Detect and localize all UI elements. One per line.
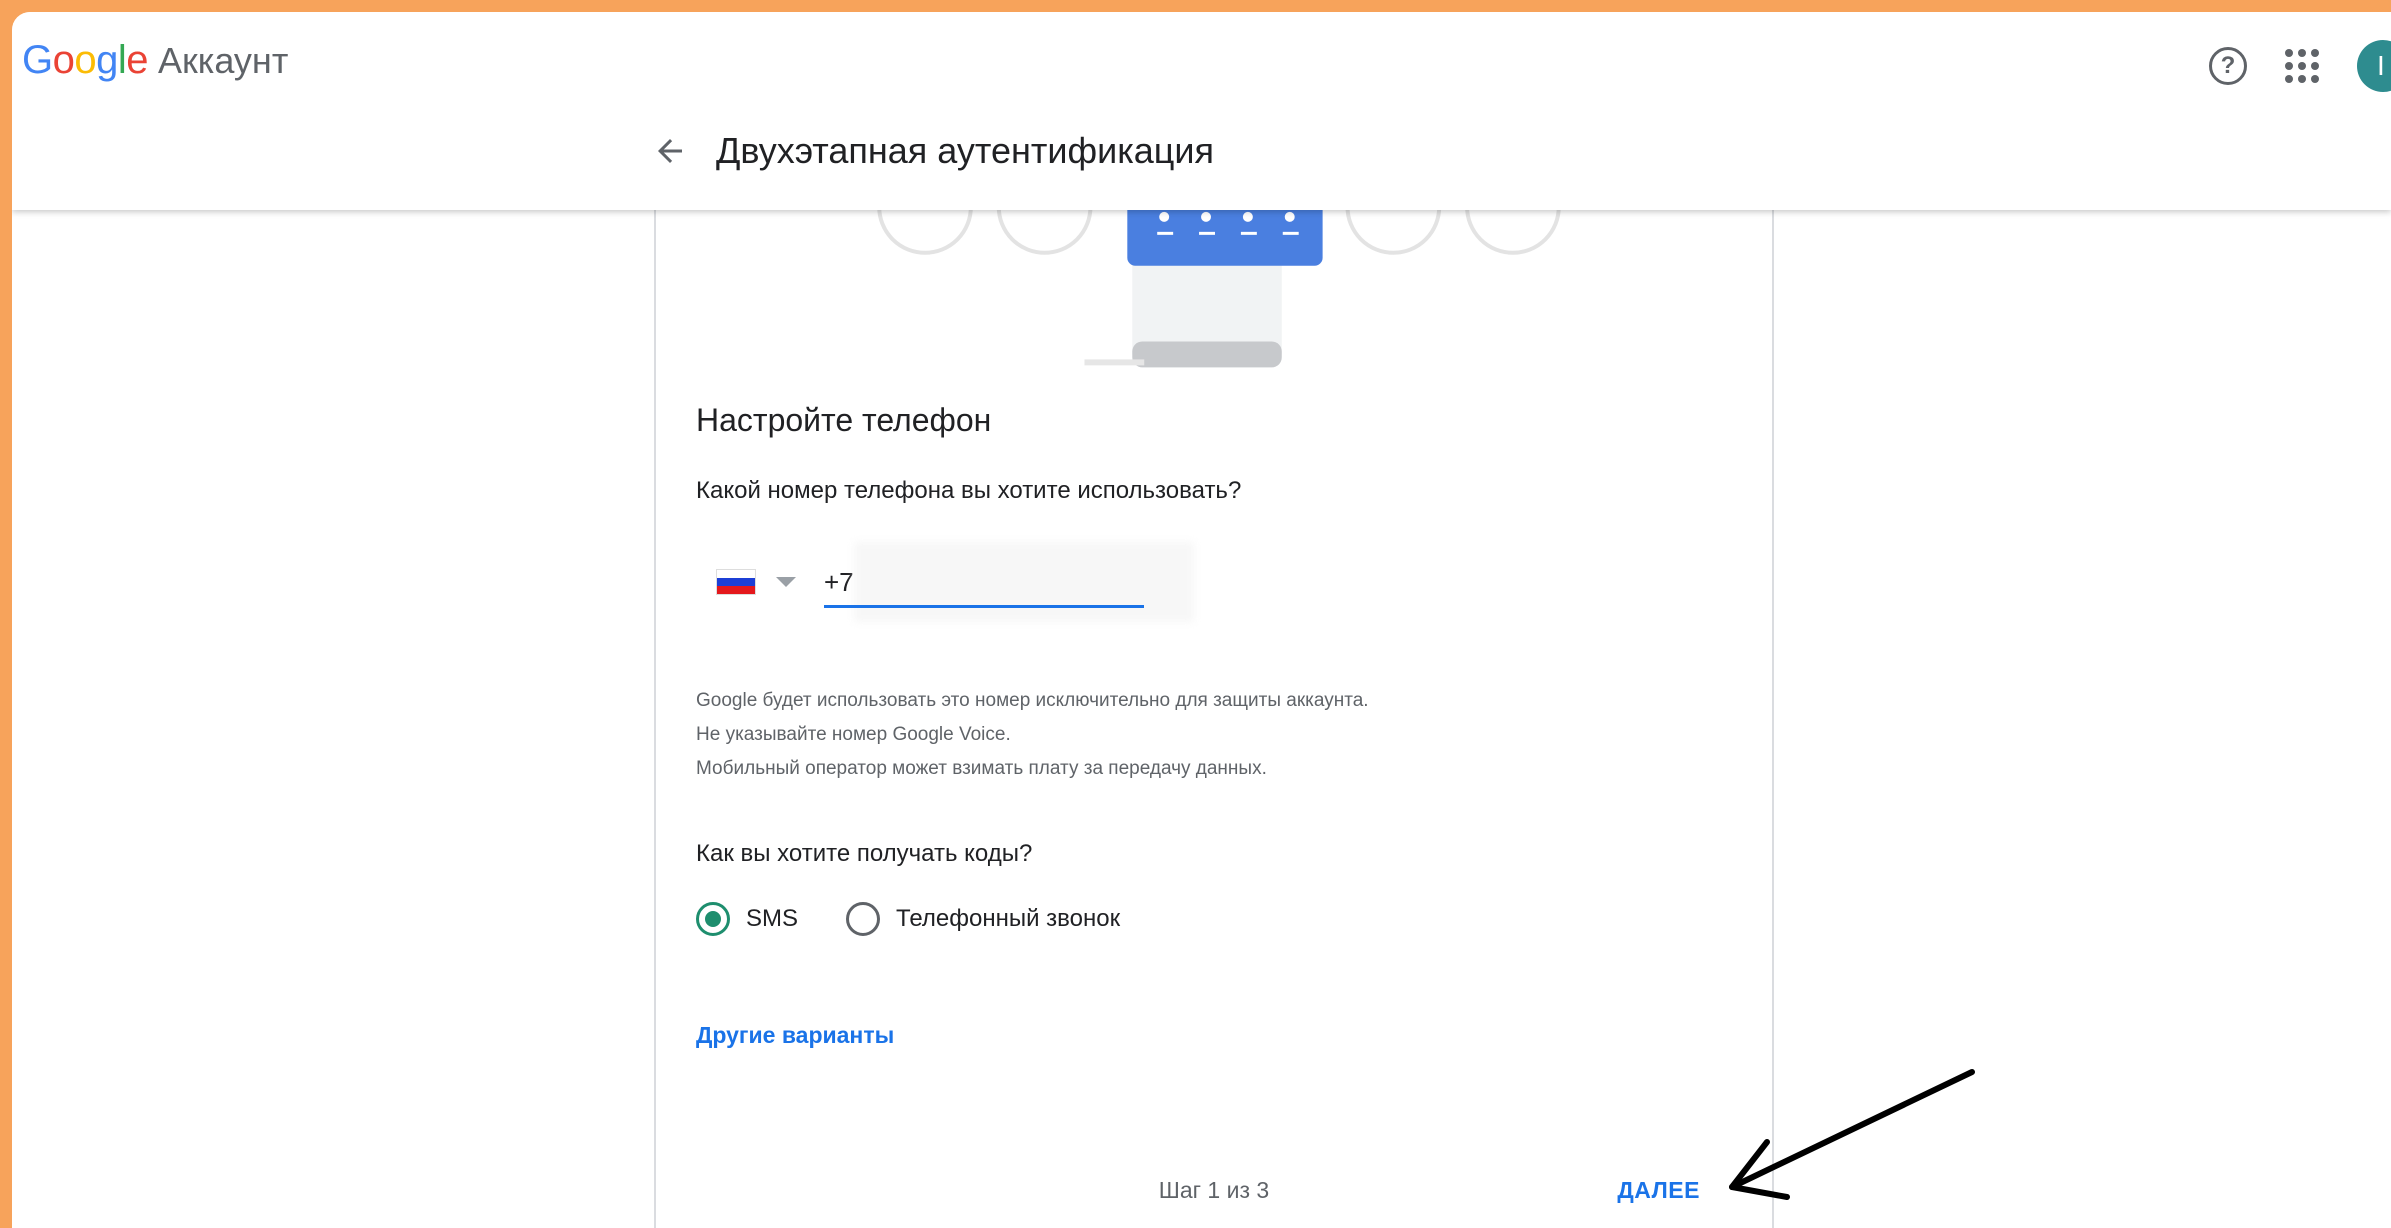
redacted-number <box>854 542 1194 622</box>
step-indicator: Шаг 1 из 3 <box>1158 1177 1270 1203</box>
phone-underline <box>824 605 1144 608</box>
section-title: Настройте телефон <box>696 402 992 438</box>
top-icons: ? I <box>2209 40 2391 92</box>
phone-call-radio[interactable] <box>846 902 881 936</box>
hint-line: Мобильный оператор может взимать плату з… <box>696 758 1267 779</box>
code-method-options: SMS Телефонный звонок <box>696 902 1120 936</box>
arrow-left-icon[interactable] <box>652 133 688 169</box>
phone-hint: Google будет использовать это номер искл… <box>696 684 1369 786</box>
page-title: Двухэтапная аутентификация <box>716 130 1215 171</box>
page-header: Двухэтапная аутентификация <box>652 130 1214 172</box>
annotation-arrow-icon <box>1729 1069 1975 1200</box>
phone-call-radio-label[interactable]: Телефонный звонок <box>896 905 1120 933</box>
phone-row <box>696 542 1194 622</box>
apps-grid-icon[interactable] <box>2285 49 2319 83</box>
next-button[interactable]: ДАЛЕЕ <box>1617 1177 1700 1204</box>
hint-line: Google будет использовать это номер искл… <box>696 690 1369 711</box>
russia-flag-icon[interactable] <box>716 569 756 595</box>
avatar[interactable]: I <box>2357 40 2391 92</box>
google-logo: Google <box>22 38 149 82</box>
google-account-logo[interactable]: Google Аккаунт <box>22 38 288 83</box>
phone-input-wrap <box>824 542 1194 622</box>
chevron-down-icon[interactable] <box>776 577 796 587</box>
codes-question: Как вы хотите получать коды? <box>696 840 1033 867</box>
sms-radio-label[interactable]: SMS <box>746 905 798 933</box>
top-bar: Google Аккаунт ? I Двухэтапная аутентифи… <box>12 12 2391 210</box>
phone-question: Какой номер телефона вы хотите использов… <box>696 477 1242 504</box>
sms-radio[interactable] <box>696 902 730 936</box>
browser-page: Настройте телефон Какой номер телефона в… <box>12 12 2391 1228</box>
help-icon[interactable]: ? <box>2209 47 2247 85</box>
product-name: Аккаунт <box>158 40 289 81</box>
hint-line: Не указывайте номер Google Voice. <box>696 724 1011 745</box>
other-options-link[interactable]: Другие варианты <box>696 1022 894 1049</box>
